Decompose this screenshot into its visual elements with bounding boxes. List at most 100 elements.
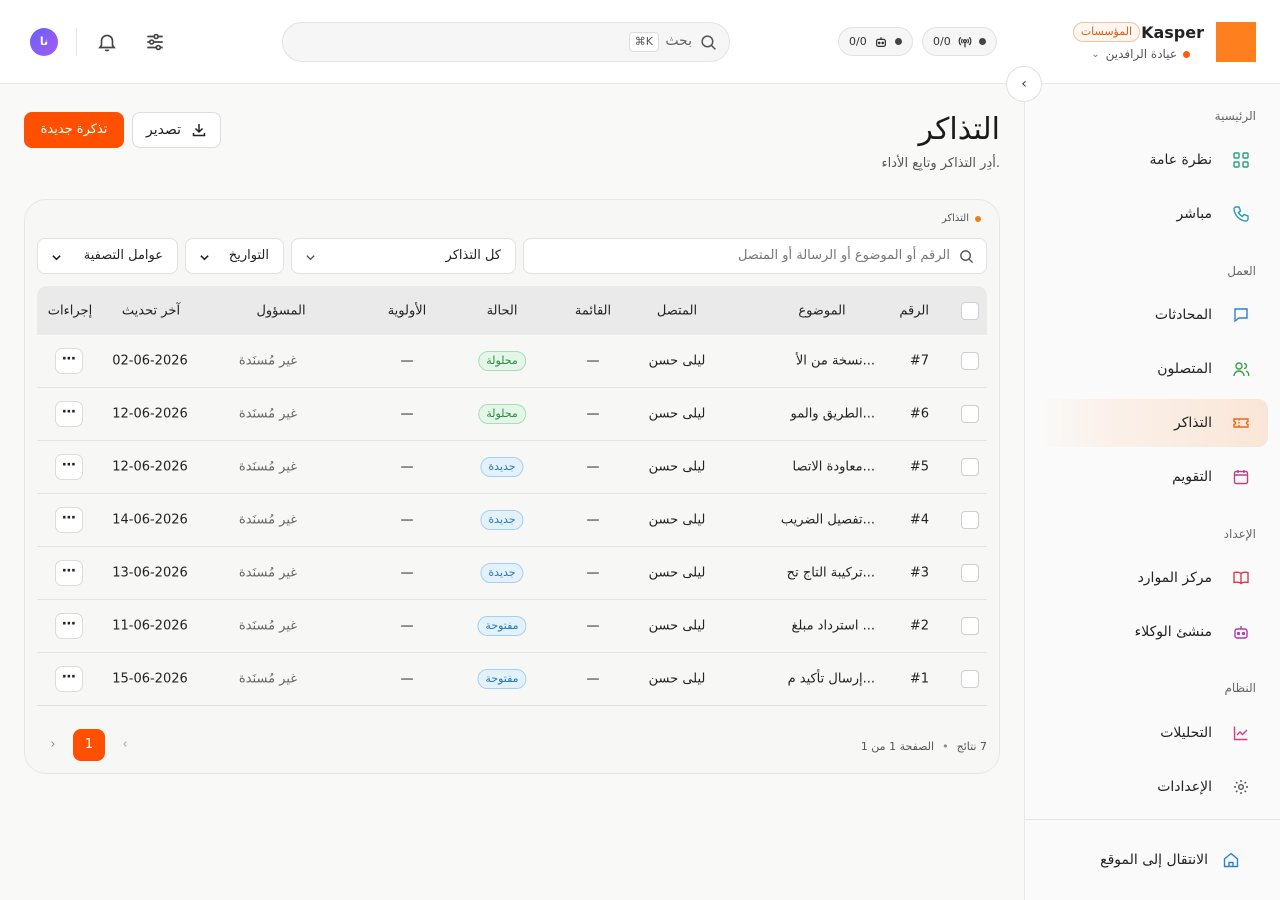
ticket-number[interactable]: #2 <box>910 619 929 634</box>
sidebar-item-overview[interactable]: نظرة عامة <box>1036 136 1268 184</box>
status-badge-wrap: محلولة <box>478 404 526 424</box>
ticket-priority: — <box>400 459 414 475</box>
ticket-subject[interactable]: معاودة الاتصا... <box>793 460 876 475</box>
chevron-down-icon <box>200 255 209 261</box>
table-row[interactable]: #2 استرداد مبلغ ... ليلى حسن — مفتوحة — غير مُ… <box>37 600 987 653</box>
status-badge: جديدة <box>480 457 524 477</box>
previous-page-button[interactable]: › <box>37 729 69 761</box>
more-actions-button[interactable]: ⋯ <box>55 666 83 692</box>
status-badge: مفتوحة <box>477 616 527 636</box>
header-contact[interactable]: المتصل <box>657 303 697 318</box>
row-actions-wrap: ⋯ <box>55 666 83 692</box>
row-checkbox[interactable] <box>961 352 979 370</box>
header-number[interactable]: الرقم <box>899 303 929 318</box>
header-status[interactable]: الحالة <box>487 303 518 318</box>
global-search[interactable]: بحث ⌘K <box>282 22 730 62</box>
header-subject[interactable]: الموضوع <box>798 303 845 318</box>
export-label: تصدير <box>145 122 181 138</box>
row-checkbox[interactable] <box>961 617 979 635</box>
sidebar-section-system: النظام <box>1224 681 1256 695</box>
sidebar-item-settings[interactable]: الإعدادات <box>1036 763 1268 811</box>
ticket-number[interactable]: #7 <box>910 354 929 369</box>
ticket-number[interactable]: #5 <box>910 460 929 475</box>
ticket-contact: ليلى حسن <box>648 671 706 687</box>
chevron-right-icon: › <box>50 737 56 752</box>
sidebar-item-analytics[interactable]: التحليلات <box>1036 709 1268 757</box>
header-owner[interactable]: المسؤول <box>256 303 305 318</box>
plan-badge: المؤسسات <box>1072 22 1140 42</box>
org-switcher[interactable]: عيادة الرافدين ⌄ <box>1091 47 1190 61</box>
sidebar-item-live[interactable]: مباشر <box>1036 190 1268 238</box>
more-actions-button[interactable]: ⋯ <box>55 560 83 586</box>
sidebar-item-conversations[interactable]: المحادثات <box>1036 291 1268 339</box>
sidebar-item-calendar[interactable]: التقويم <box>1036 453 1268 501</box>
ticket-subject[interactable]: نسخة من الأ... <box>796 354 875 369</box>
table-row[interactable]: #1 إرسال تأكيد م... ليلى حسن — مفتوحة — غير مُ… <box>37 653 987 706</box>
table-row[interactable]: #6 الطريق والمو... ليلى حسن — محلولة — غير مُس… <box>37 388 987 441</box>
ticket-queue: — <box>586 618 600 634</box>
ticket-number[interactable]: #4 <box>910 513 929 528</box>
grid-icon <box>1233 152 1249 168</box>
ticket-number[interactable]: #6 <box>910 407 929 422</box>
row-checkbox[interactable] <box>961 458 979 476</box>
breadcrumb-label: التذاكر <box>941 213 969 224</box>
ticket-priority: — <box>400 512 414 528</box>
dates-select[interactable]: التواريخ <box>185 238 284 274</box>
ticket-subject[interactable]: الطريق والمو... <box>791 407 876 422</box>
status-badge-wrap: جديدة <box>480 510 524 530</box>
ticket-subject[interactable]: تركيبة التاج تح... <box>787 566 875 581</box>
ticket-updated: 11-06-2026 <box>112 618 188 634</box>
row-checkbox[interactable] <box>961 511 979 529</box>
bell-icon[interactable] <box>96 31 118 53</box>
chat-icon <box>1234 308 1248 323</box>
select-all-checkbox[interactable] <box>961 301 979 320</box>
sliders-icon[interactable] <box>144 31 166 53</box>
next-page-button[interactable]: ‹ <box>109 729 141 761</box>
row-actions-wrap: ⋯ <box>55 507 83 533</box>
search-shortcut: ⌘K <box>628 32 659 52</box>
header-updated[interactable]: آخر تحديث <box>122 303 180 318</box>
header-queue[interactable]: القائمة <box>575 303 611 318</box>
table-row[interactable]: #7 نسخة من الأ... ليلى حسن — محلولة — غير مُسن… <box>37 335 987 388</box>
page-button-current[interactable]: 1 <box>73 729 105 761</box>
org-name: عيادة الرافدين <box>1105 47 1177 61</box>
ticket-contact: ليلى حسن <box>648 459 706 475</box>
go-to-site-link[interactable]: الانتقال إلى الموقع <box>1036 836 1268 884</box>
row-checkbox[interactable] <box>961 564 979 582</box>
home-icon <box>1223 852 1239 868</box>
ticket-subject[interactable]: استرداد مبلغ ... <box>791 619 875 634</box>
more-actions-button[interactable]: ⋯ <box>55 454 83 480</box>
table-row[interactable]: #3 تركيبة التاج تح... ليلى حسن — جديدة — غير م… <box>37 547 987 600</box>
sidebar-item-label: التقويم <box>1172 469 1212 485</box>
sidebar-item-resources[interactable]: مركز الموارد <box>1036 554 1268 602</box>
bots-counter[interactable]: 0/0 <box>838 27 913 56</box>
new-ticket-button[interactable]: تذكرة جديدة <box>24 112 124 148</box>
ticket-search-input[interactable]: الرقم أو الموضوع أو الرسالة أو المتصل <box>523 238 987 274</box>
more-actions-button[interactable]: ⋯ <box>55 348 83 374</box>
sidebar-item-tickets[interactable]: التذاكر <box>1036 399 1268 447</box>
table-row[interactable]: #5 معاودة الاتصا... ليلى حسن — جديدة — غير مُس… <box>37 441 987 494</box>
live-calls-counter[interactable]: 0/0 <box>922 27 997 56</box>
row-checkbox[interactable] <box>961 670 979 688</box>
filters-select[interactable]: عوامل التصفية <box>37 238 178 274</box>
sidebar-item-agent-builder[interactable]: منشئ الوكلاء <box>1036 608 1268 656</box>
sidebar-item-contacts[interactable]: المتصلون <box>1036 345 1268 393</box>
avatar[interactable]: نا <box>30 28 58 56</box>
queue-select[interactable]: كل التذاكر <box>291 238 516 274</box>
row-checkbox[interactable] <box>961 405 979 423</box>
sidebar-collapse-button[interactable]: ‹ <box>1006 66 1042 102</box>
ticket-subject[interactable]: إرسال تأكيد م... <box>788 672 875 687</box>
brand-logo[interactable] <box>1216 22 1256 62</box>
broadcast-icon <box>958 36 972 47</box>
calendar-icon <box>1233 470 1249 485</box>
more-actions-button[interactable]: ⋯ <box>55 507 83 533</box>
row-actions-wrap: ⋯ <box>55 401 83 427</box>
ticket-subject[interactable]: تفصيل الضريب... <box>781 513 875 528</box>
ticket-number[interactable]: #1 <box>910 672 929 687</box>
more-actions-button[interactable]: ⋯ <box>55 401 83 427</box>
more-actions-button[interactable]: ⋯ <box>55 613 83 639</box>
header-priority[interactable]: الأولوية <box>388 303 427 318</box>
table-row[interactable]: #4 تفصيل الضريب... ليلى حسن — جديدة — غير مُسن… <box>37 494 987 547</box>
export-button[interactable]: تصدير <box>132 112 221 148</box>
ticket-number[interactable]: #3 <box>910 566 929 581</box>
